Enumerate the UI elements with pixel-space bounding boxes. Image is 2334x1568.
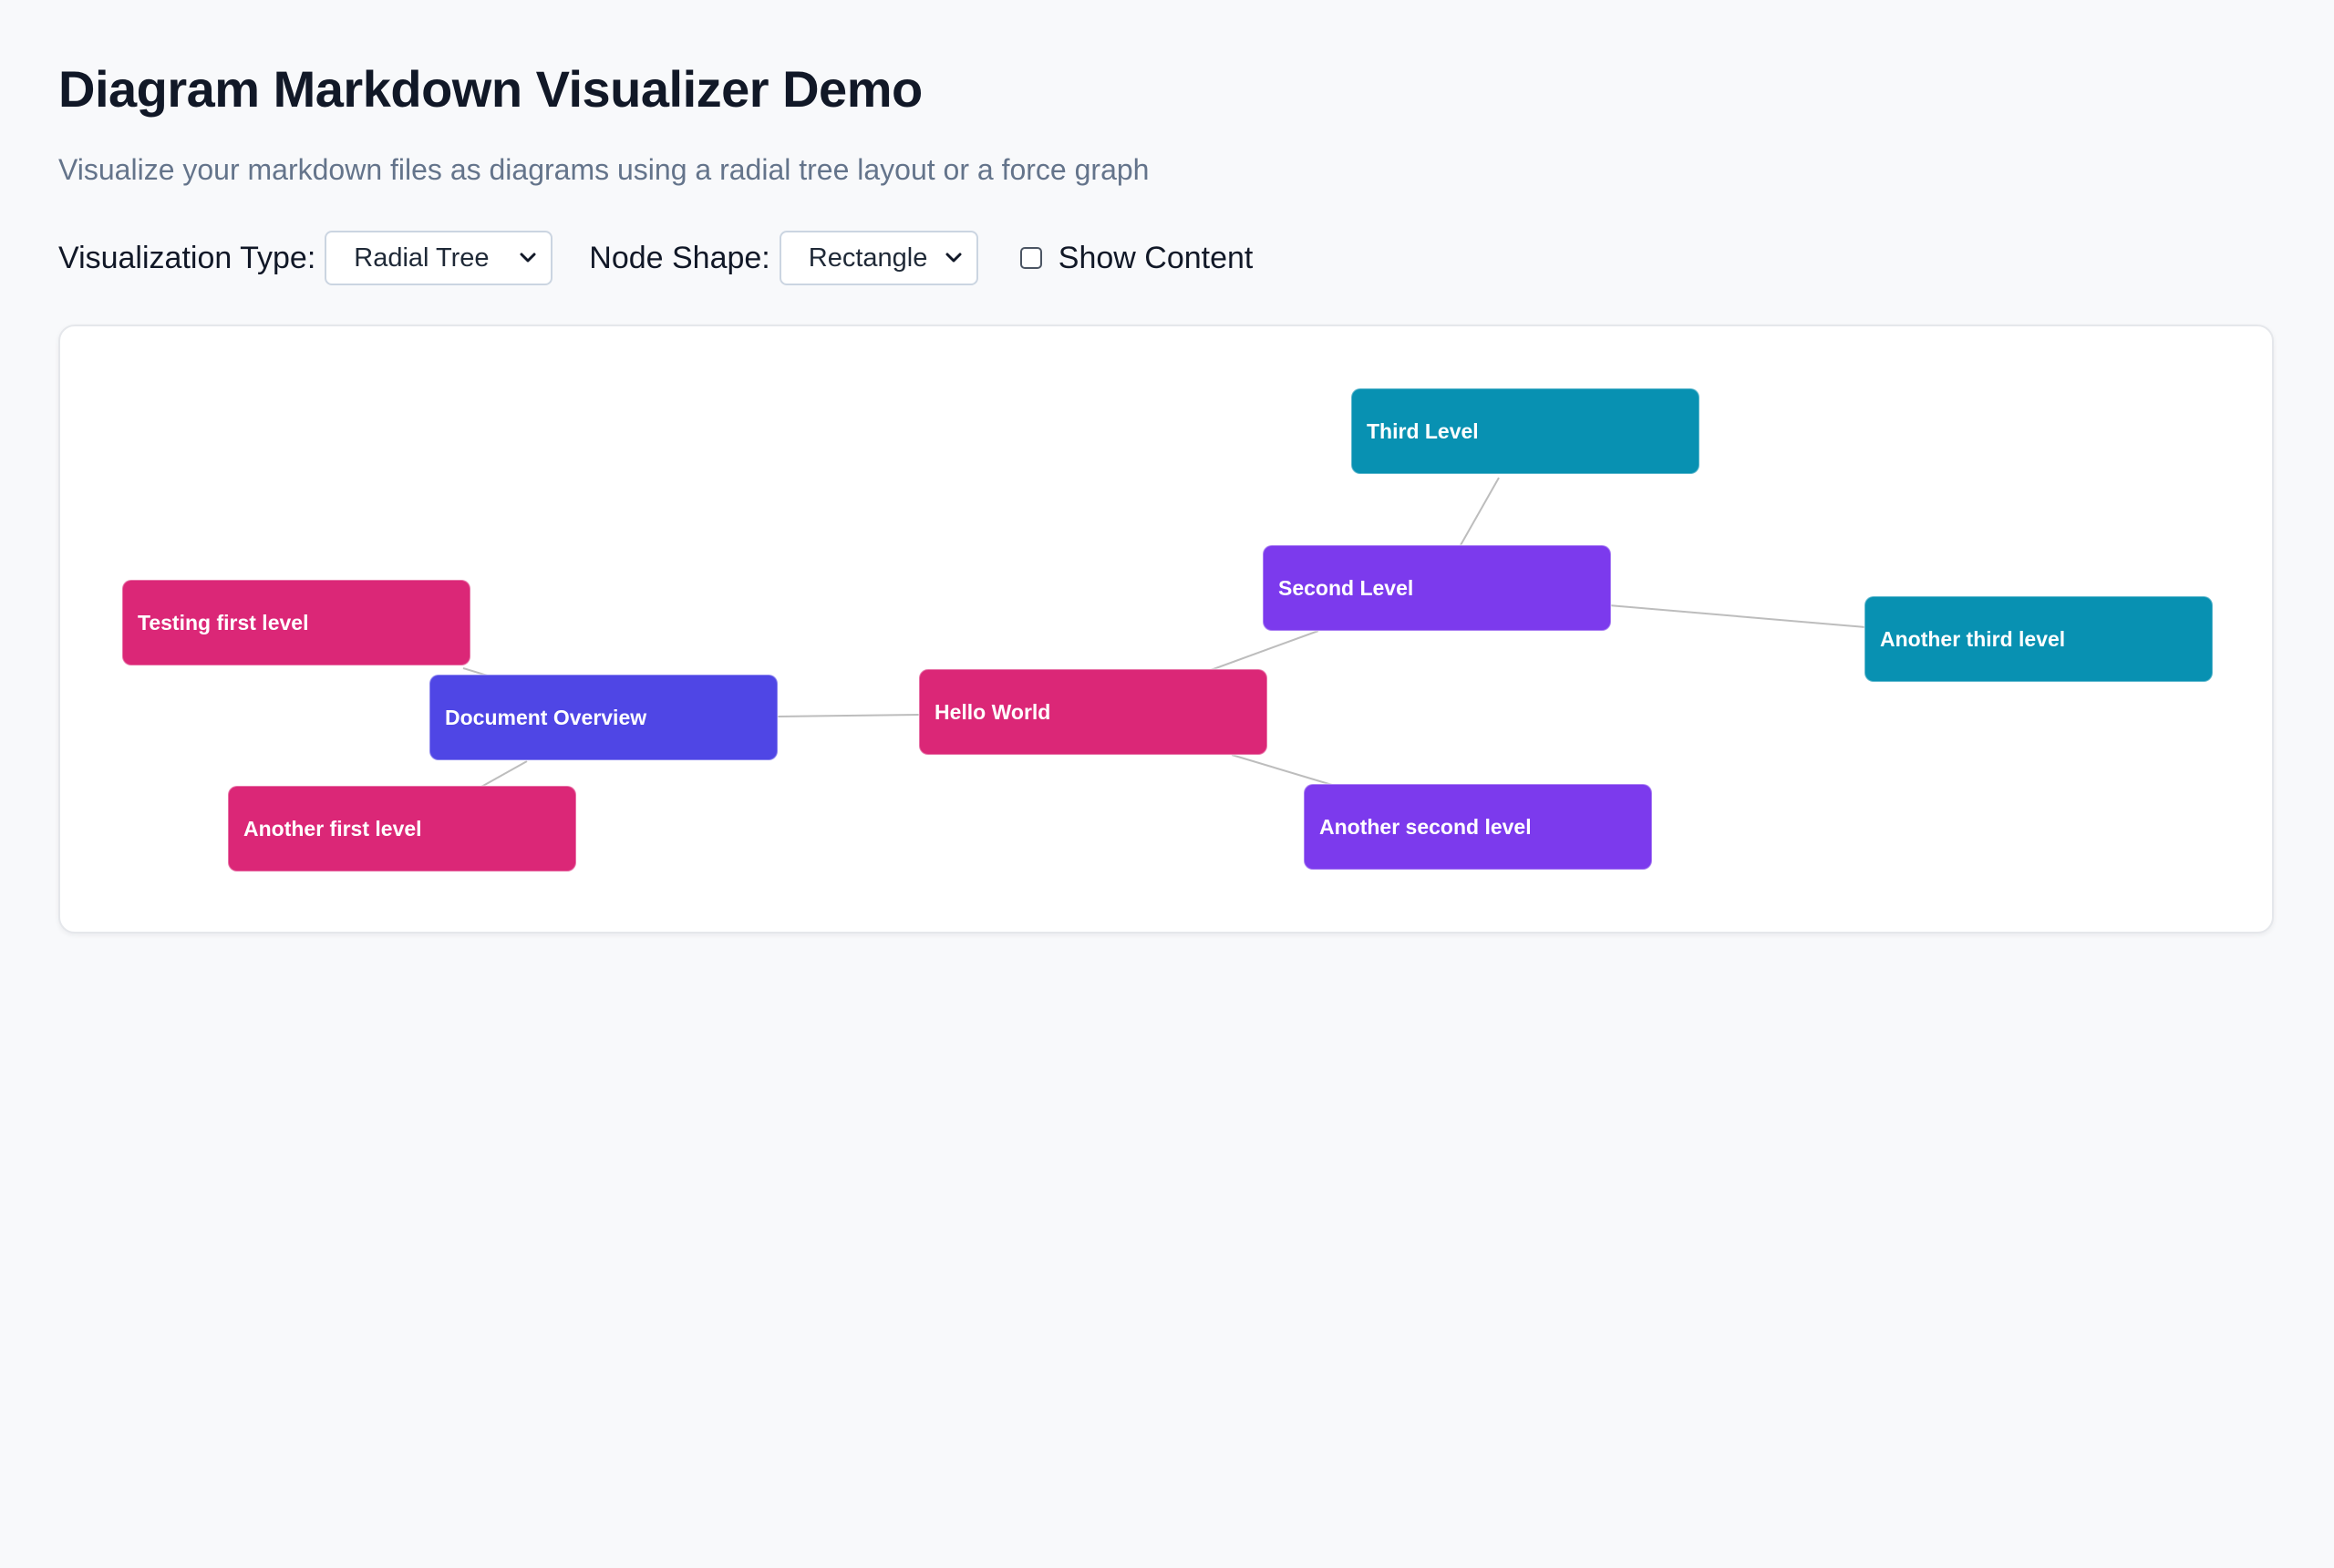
node-testing-first-level[interactable]: Testing first level (121, 579, 471, 666)
show-content-label[interactable]: Show Content (1059, 241, 1254, 276)
node-shape-label: Node Shape: (589, 240, 770, 275)
edge-document-overview-another-first-level (480, 760, 528, 788)
chevron-down-icon (520, 253, 536, 263)
node-label: Document Overview (445, 706, 646, 729)
node-label: Another second level (1319, 815, 1532, 839)
node-label: Second Level (1278, 576, 1413, 600)
node-second-level[interactable]: Second Level (1262, 544, 1612, 632)
node-hello-world[interactable]: Hello World (918, 668, 1268, 756)
node-label: Testing first level (138, 611, 308, 634)
node-another-first-level[interactable]: Another first level (227, 785, 577, 872)
chevron-down-icon (945, 253, 962, 263)
node-shape-select[interactable]: Rectangle (779, 231, 978, 285)
node-another-third-level[interactable]: Another third level (1864, 595, 2214, 683)
edge-second-level-another-third-level (1608, 604, 1866, 628)
controls-bar: Visualization Type: Radial Tree Node Sha… (58, 230, 1253, 286)
page-title: Diagram Markdown Visualizer Demo (58, 60, 923, 118)
visualization-type-select[interactable]: Radial Tree (325, 231, 553, 285)
node-third-level[interactable]: Third Level (1350, 387, 1700, 475)
show-content-checkbox[interactable] (1019, 247, 1042, 269)
diagram-svg: Testing first level Document Overview An… (121, 387, 2214, 872)
node-label: Another first level (243, 817, 422, 841)
node-label: Hello World (935, 700, 1050, 724)
edge-hello-world-second-level (1210, 630, 1319, 671)
edge-second-level-third-level (1460, 477, 1500, 546)
edge-hello-world-document-overview (777, 714, 920, 717)
page: Diagram Markdown Visualizer Demo Visuali… (0, 0, 2334, 1568)
node-label: Third Level (1367, 419, 1479, 443)
node-another-second-level[interactable]: Another second level (1303, 783, 1653, 871)
visualization-type-label: Visualization Type: (58, 240, 316, 275)
node-document-overview[interactable]: Document Overview (429, 674, 779, 761)
page-subtitle: Visualize your markdown files as diagram… (58, 153, 1150, 186)
node-label: Another third level (1880, 627, 2065, 651)
visualization-type-value: Radial Tree (354, 242, 490, 273)
diagram-canvas: Testing first level Document Overview An… (58, 325, 2274, 934)
edge-hello-world-another-second-level (1231, 754, 1333, 786)
node-shape-value: Rectangle (808, 242, 928, 273)
